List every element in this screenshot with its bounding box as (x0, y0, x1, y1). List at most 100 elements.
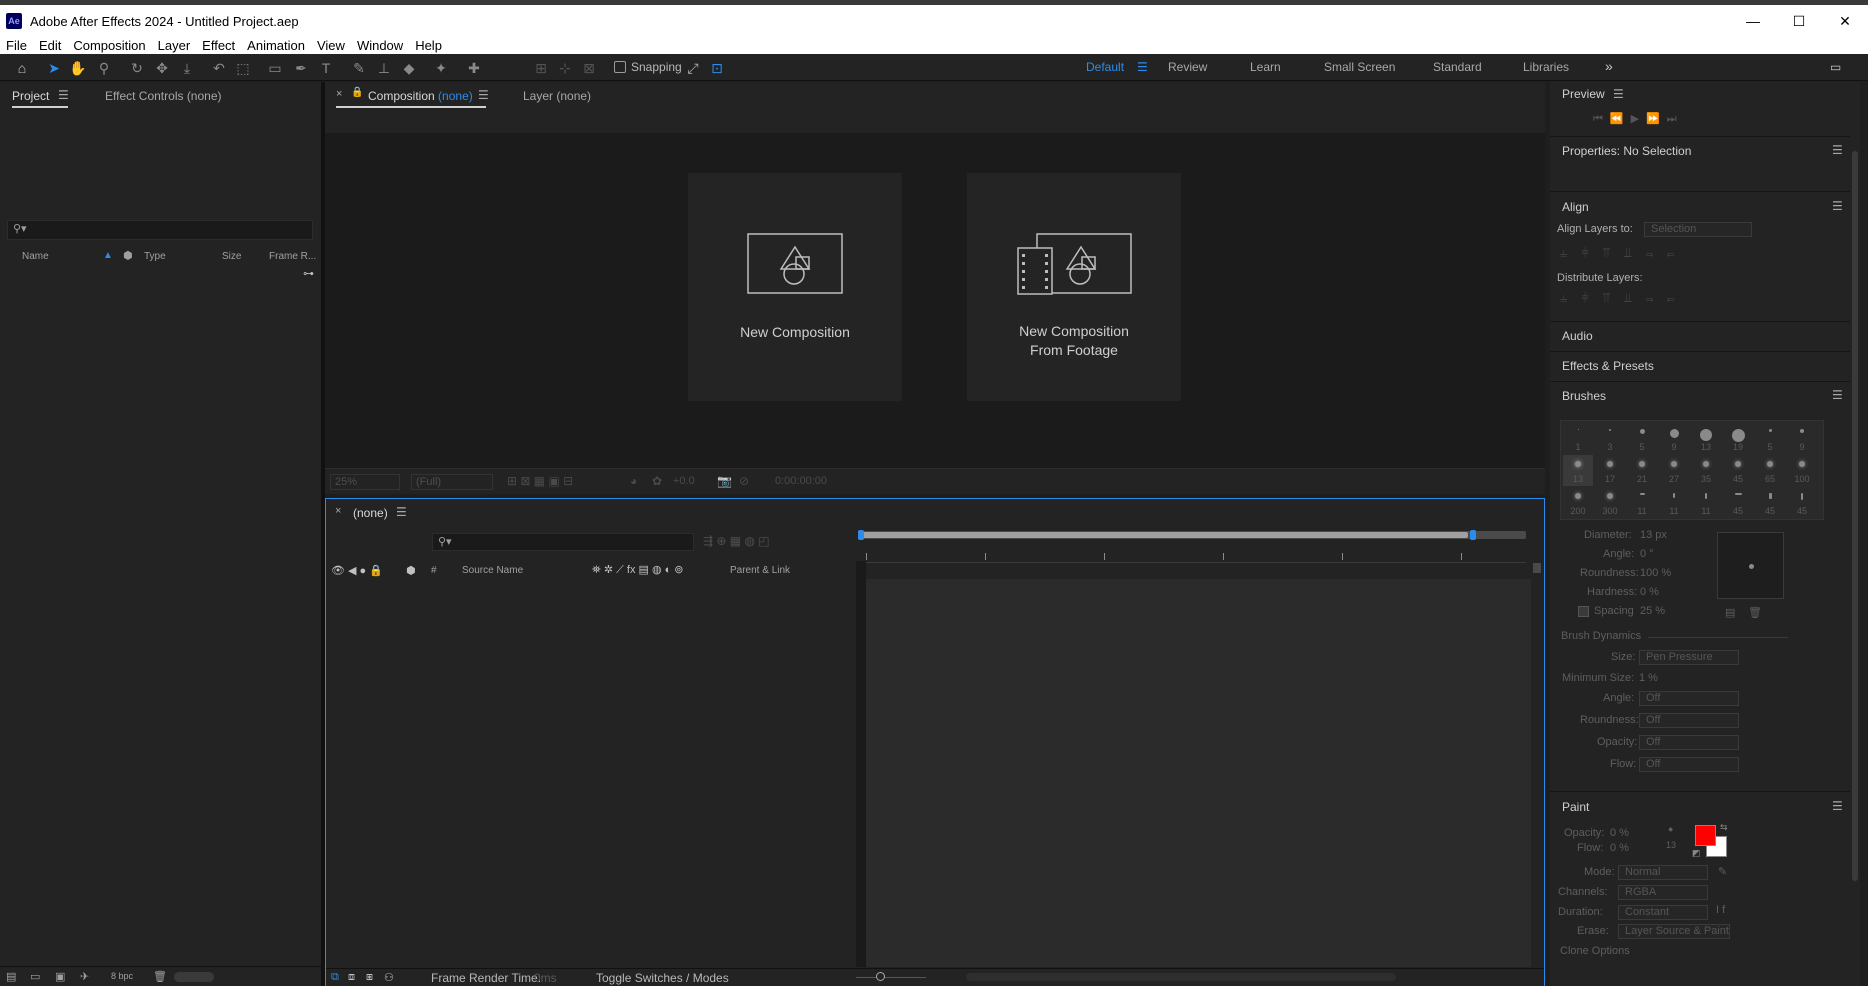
brush-tip[interactable]: 9 (1659, 423, 1689, 454)
brush-tip[interactable]: 45 (1755, 487, 1785, 518)
axis-view-icon[interactable]: ⊠ (580, 59, 598, 77)
hardness-value[interactable]: 0 % (1640, 586, 1659, 598)
clone-stamp-tool-icon[interactable]: ⊥ (375, 59, 393, 77)
timeline-divider[interactable] (856, 561, 866, 967)
default-colors-icon[interactable]: ◩ (1692, 848, 1701, 859)
menu-composition[interactable]: Composition (67, 38, 151, 53)
work-area-start-handle[interactable] (858, 530, 864, 540)
timeline-switch-icons[interactable]: ⇶ ⊕ ▦ ◍ ◰ (703, 534, 770, 548)
menu-help[interactable]: Help (409, 38, 448, 53)
color-channels-icon[interactable]: ◕ (630, 474, 637, 488)
paint-mode-dropdown[interactable]: Normal (1618, 865, 1708, 880)
tab-composition[interactable]: Composition (none) (368, 89, 473, 103)
swap-colors-icon[interactable]: ⇆ (1720, 822, 1728, 833)
brush-tip[interactable]: 19 (1723, 423, 1753, 454)
project-panel-menu-icon[interactable]: ☰ (58, 88, 69, 102)
brush-tip[interactable]: 17 (1595, 455, 1625, 486)
home-icon[interactable]: ⌂ (13, 59, 31, 77)
workspace-learn[interactable]: Learn (1250, 60, 1281, 74)
time-ruler[interactable] (866, 553, 1526, 563)
brush-tip-selected[interactable]: 13 (1563, 455, 1593, 486)
zoom-slider-handle[interactable] (876, 972, 885, 981)
brush-tip[interactable]: 27 (1659, 455, 1689, 486)
column-parent-link[interactable]: Parent & Link (730, 565, 790, 576)
layer-switches-pane-icon[interactable]: ⧉ (331, 971, 339, 984)
hand-tool-icon[interactable]: ✋ (69, 59, 87, 77)
brush-tip[interactable]: 35 (1691, 455, 1721, 486)
brush-tip[interactable]: 100 (1787, 455, 1817, 486)
paint-duration-dropdown[interactable]: Constant (1618, 905, 1708, 920)
brush-tip[interactable]: 5 (1627, 423, 1657, 454)
new-composition-icon[interactable]: ▣ (55, 970, 65, 983)
exposure-reset-icon[interactable]: ✿ (652, 474, 662, 488)
composition-viewer[interactable] (325, 133, 1545, 468)
show-snapshot-icon[interactable]: ⊘ (739, 474, 749, 488)
foreground-color-swatch[interactable] (1695, 825, 1716, 846)
effects-presets-panel[interactable]: Effects & Presets (1550, 351, 1850, 376)
timeline-search-input[interactable]: ⚲▾ (432, 533, 694, 551)
workspace-menu-icon[interactable]: ☰ (1137, 60, 1148, 74)
anchor-tool-icon[interactable]: ⬚ (234, 59, 252, 77)
selection-tool-icon[interactable]: ➤ (45, 59, 63, 77)
brush-tips-grid[interactable]: 1 3 5 9 13 19 5 9 13 17 21 27 35 45 65 1… (1560, 420, 1824, 520)
puppet-tool-icon[interactable]: ✚ (465, 59, 483, 77)
column-source-name[interactable]: Source Name (462, 565, 523, 576)
exposure-value[interactable]: +0.0 (673, 475, 695, 487)
snapshot-icon[interactable]: 📷 (717, 474, 732, 488)
paint-channels-dropdown[interactable]: RGBA (1618, 885, 1708, 900)
tab-timeline[interactable]: (none) (353, 506, 388, 520)
camera-tool-icon[interactable]: ✥ (153, 59, 171, 77)
snapping-checkbox[interactable] (614, 61, 626, 73)
close-composition-tab-icon[interactable]: × (336, 88, 342, 100)
workspace-review[interactable]: Review (1168, 60, 1207, 74)
dyn-opacity-dropdown[interactable]: Off (1639, 735, 1739, 750)
rotation-tool-icon[interactable]: ↻ (128, 59, 146, 77)
tab-layer[interactable]: Layer (none) (523, 89, 591, 103)
new-composition-from-footage-card[interactable]: New Composition From Footage (967, 173, 1181, 401)
roundness-value[interactable]: 100 % (1640, 567, 1671, 579)
rectangle-tool-icon[interactable]: ▭ (266, 59, 284, 77)
new-composition-card[interactable]: New Composition (688, 173, 902, 401)
zoom-tool-icon[interactable]: ⚲ (95, 59, 113, 77)
eraser-tool-icon[interactable]: ◆ (400, 59, 418, 77)
close-timeline-tab-icon[interactable]: × (335, 505, 341, 517)
brush-tool-icon[interactable]: ✎ (350, 59, 368, 77)
distribute-buttons-icons[interactable]: ⫨⫩⫪⫫⫬⫭ (1560, 290, 1689, 306)
minimize-button[interactable]: — (1730, 5, 1776, 37)
work-area-end-handle[interactable] (1470, 530, 1476, 540)
align-buttons-icons[interactable]: ⫨⫩⫪⫫⫬⫭ (1560, 245, 1689, 261)
paint-erase-dropdown[interactable]: Layer Source & Paint (1618, 924, 1730, 939)
current-time-display[interactable]: 0:00:00:00 (775, 475, 827, 487)
dyn-roundness-dropdown[interactable]: Off (1639, 713, 1739, 728)
brush-tip[interactable]: 13 (1691, 423, 1721, 454)
maximize-button[interactable]: ☐ (1776, 5, 1822, 37)
paint-menu-icon[interactable]: ☰ (1832, 799, 1843, 813)
brush-tip[interactable]: 3 (1595, 423, 1625, 454)
interpret-footage-icon[interactable]: ▤ (6, 970, 16, 983)
resolution-dropdown[interactable]: (Full) (411, 474, 493, 490)
playback-controls-icons[interactable]: ⏮⏪▶⏩⏭ (1593, 112, 1684, 126)
render-queue-icon[interactable]: ✈ (80, 970, 89, 983)
sort-ascending-icon[interactable]: ▲ (103, 250, 113, 261)
brush-tip[interactable]: 45 (1723, 487, 1753, 518)
spacing-value[interactable]: 25 % (1640, 605, 1665, 617)
roto-brush-tool-icon[interactable]: ✦ (432, 59, 450, 77)
workspace-small-screen[interactable]: Small Screen (1324, 60, 1395, 74)
menu-view[interactable]: View (311, 38, 351, 53)
new-folder-icon[interactable]: ▭ (30, 970, 40, 983)
composition-panel-menu-icon[interactable]: ☰ (478, 88, 489, 102)
delete-brush-icon[interactable]: 🗑 (1748, 606, 1762, 619)
brush-tip[interactable]: 11 (1659, 487, 1689, 518)
paint-opacity-value[interactable]: 0 % (1610, 827, 1629, 839)
column-number[interactable]: # (431, 565, 437, 576)
column-size[interactable]: Size (222, 251, 241, 262)
column-type[interactable]: Type (144, 251, 166, 262)
brush-tip[interactable]: 21 (1627, 455, 1657, 486)
axis-world-icon[interactable]: ⊹ (556, 59, 574, 77)
undo-tool-icon[interactable]: ↶ (210, 59, 228, 77)
bit-depth-button[interactable]: 8 bpc (111, 971, 133, 981)
close-button[interactable]: ✕ (1822, 5, 1868, 37)
in-out-pane-icon[interactable]: ⧆ (366, 971, 373, 984)
dyn-flow-dropdown[interactable]: Off (1639, 757, 1739, 772)
menu-window[interactable]: Window (351, 38, 409, 53)
